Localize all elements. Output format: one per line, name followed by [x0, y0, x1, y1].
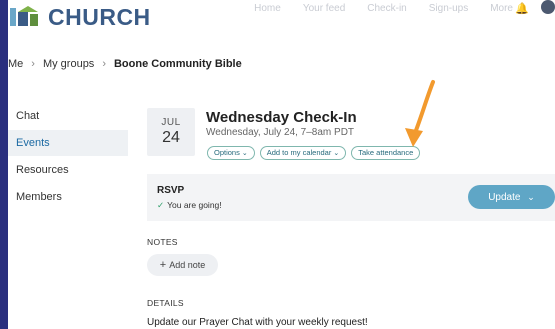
- annotation-arrow-icon: [405, 80, 435, 147]
- page: CHURCH Home Your feed Check-in Sign-ups …: [8, 0, 555, 329]
